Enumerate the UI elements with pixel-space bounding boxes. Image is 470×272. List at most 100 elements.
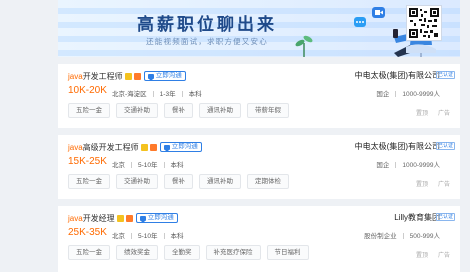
chat-now-button[interactable]: 立即沟通 <box>143 71 186 81</box>
job-education: 本科 <box>188 91 202 98</box>
company-size: 1000-9999人 <box>402 162 440 169</box>
job-title-keyword: java <box>68 71 83 81</box>
benefit-tag: 交通补助 <box>116 174 158 189</box>
company-size: 500-999人 <box>409 233 440 240</box>
job-title-keyword: java <box>68 213 83 223</box>
divider <box>131 162 132 169</box>
divider <box>163 233 165 240</box>
job-title-text: 开发经理 <box>82 213 115 223</box>
company-name-link[interactable]: 中电太极(集团)有限公司 <box>355 70 440 81</box>
benefit-tag: 五险一金 <box>68 245 110 260</box>
verified-badge: 已认证 <box>435 71 455 79</box>
benefit-tag: 全勤奖 <box>164 245 200 260</box>
company-meta: 国企 1000-9999人 <box>376 88 440 98</box>
benefit-tag: 通讯补助 <box>199 174 241 189</box>
job-card-header: java高级开发工程师 立即沟通 <box>68 141 202 153</box>
banner-subtitle: 还能视频面试，求职方便又安心 <box>146 37 268 46</box>
benefit-tag: 餐补 <box>164 103 193 118</box>
job-experience: 5-10年 <box>138 162 158 169</box>
benefit-tag: 补充医疗保险 <box>205 245 261 260</box>
pinned-label: 置顶 <box>415 182 428 188</box>
verified-badge: 已认证 <box>435 142 455 150</box>
benefit-tag: 绩效奖金 <box>116 245 158 260</box>
job-title-text: 高级开发工程师 <box>82 142 139 152</box>
company-name-link[interactable]: Lilly教育集团 <box>394 212 440 223</box>
chat-now-label: 立即沟通 <box>147 214 174 221</box>
benefit-tag: 交通补助 <box>116 103 158 118</box>
chat-now-label: 立即沟通 <box>171 143 198 150</box>
company-name-link[interactable]: 中电太极(集团)有限公司 <box>355 141 440 152</box>
job-card[interactable]: java开发经理 立即沟通 Lilly教育集团 已认证 25K-35K 北京 5-… <box>58 206 460 272</box>
job-meta: 北京 5-10年 本科 <box>112 159 184 169</box>
pinned-label: 置顶 <box>415 111 428 117</box>
banner-title: 高薪职位聊出来 <box>137 15 277 34</box>
job-title-text: 开发工程师 <box>82 71 123 81</box>
company-type: 国企 <box>376 91 390 98</box>
job-meta: 北京-海淀区 1-3年 本科 <box>112 88 202 98</box>
chat-bubble-icon <box>147 73 154 81</box>
job-meta: 北京 5-10年 本科 <box>112 230 184 240</box>
divider <box>152 91 154 98</box>
benefit-tag: 五险一金 <box>68 174 110 189</box>
job-title-link[interactable]: java开发工程师 <box>68 71 123 82</box>
benefit-tag: 通讯补助 <box>199 103 241 118</box>
benefit-tag: 节日福利 <box>266 245 309 260</box>
divider <box>402 233 404 240</box>
divider <box>163 162 165 169</box>
job-location: 北京 <box>112 162 125 169</box>
urgent-badge-icon <box>149 143 157 151</box>
divider <box>395 91 397 98</box>
chat-bubble-icon <box>163 144 170 152</box>
benefit-tags: 五险一金 交通补助 餐补 通讯补助 定期体检 <box>68 174 295 189</box>
company-meta: 国企 1000-9999人 <box>376 159 440 169</box>
benefit-tags: 五险一金 绩效奖金 全勤奖 补充医疗保险 节日福利 <box>68 245 315 260</box>
job-card[interactable]: java高级开发工程师 立即沟通 中电太极(集团)有限公司 已认证 15K-25… <box>58 135 460 199</box>
ad-label: 广告 <box>437 182 450 188</box>
card-ops: 置顶 广告 <box>416 250 450 259</box>
hot-badge-icon <box>116 214 124 222</box>
promo-banner[interactable]: 高薪职位聊出来 还能视频面试，求职方便又安心 <box>58 0 460 57</box>
benefit-tags: 五险一金 交通补助 餐补 通讯补助 带薪年假 <box>68 103 295 118</box>
benefit-tag: 带薪年假 <box>247 103 289 118</box>
benefit-tag: 五险一金 <box>68 103 110 118</box>
ad-label: 广告 <box>437 111 450 117</box>
job-search-page: 高薪职位聊出来 还能视频面试，求职方便又安心 java开发工程师 立即沟通 中电… <box>0 0 470 272</box>
card-ops: 置顶 广告 <box>416 108 450 117</box>
company-type: 国企 <box>376 162 390 169</box>
job-experience: 5-10年 <box>138 233 158 240</box>
salary: 10K-20K <box>68 85 107 96</box>
hot-badge-icon <box>140 143 148 151</box>
job-card[interactable]: java开发工程师 立即沟通 中电太极(集团)有限公司 已认证 10K-20K … <box>58 64 460 128</box>
benefit-tag: 餐补 <box>164 174 193 189</box>
divider <box>181 91 183 98</box>
job-education: 本科 <box>170 233 184 240</box>
urgent-badge-icon <box>133 72 141 80</box>
benefit-tag: 定期体检 <box>247 174 289 189</box>
job-title-keyword: java <box>68 142 83 152</box>
job-card-header: java开发工程师 立即沟通 <box>68 70 186 82</box>
job-title-link[interactable]: java开发经理 <box>68 213 115 224</box>
salary: 25K-35K <box>68 227 107 238</box>
qr-code <box>406 5 442 41</box>
qr-code-icon <box>409 8 439 38</box>
job-location: 北京 <box>112 233 125 240</box>
company-type: 股份制企业 <box>364 233 397 240</box>
hot-badge-icon <box>124 72 132 80</box>
ad-label: 广告 <box>437 253 450 259</box>
job-title-link[interactable]: java高级开发工程师 <box>68 142 139 153</box>
chat-now-label: 立即沟通 <box>155 72 182 79</box>
job-card-header: java开发经理 立即沟通 <box>68 212 178 224</box>
job-education: 本科 <box>170 162 184 169</box>
verified-badge: 已认证 <box>435 213 455 221</box>
chat-now-button[interactable]: 立即沟通 <box>159 142 202 152</box>
job-location: 北京-海淀区 <box>112 91 147 98</box>
divider <box>395 162 397 169</box>
divider <box>131 233 132 240</box>
company-size: 1000-9999人 <box>402 91 440 98</box>
card-ops: 置顶 广告 <box>416 179 450 188</box>
chat-now-button[interactable]: 立即沟通 <box>135 213 178 223</box>
job-experience: 1-3年 <box>159 91 176 98</box>
pinned-label: 置顶 <box>415 253 428 259</box>
company-meta: 股份制企业 500-999人 <box>364 230 440 240</box>
salary: 15K-25K <box>68 156 107 167</box>
